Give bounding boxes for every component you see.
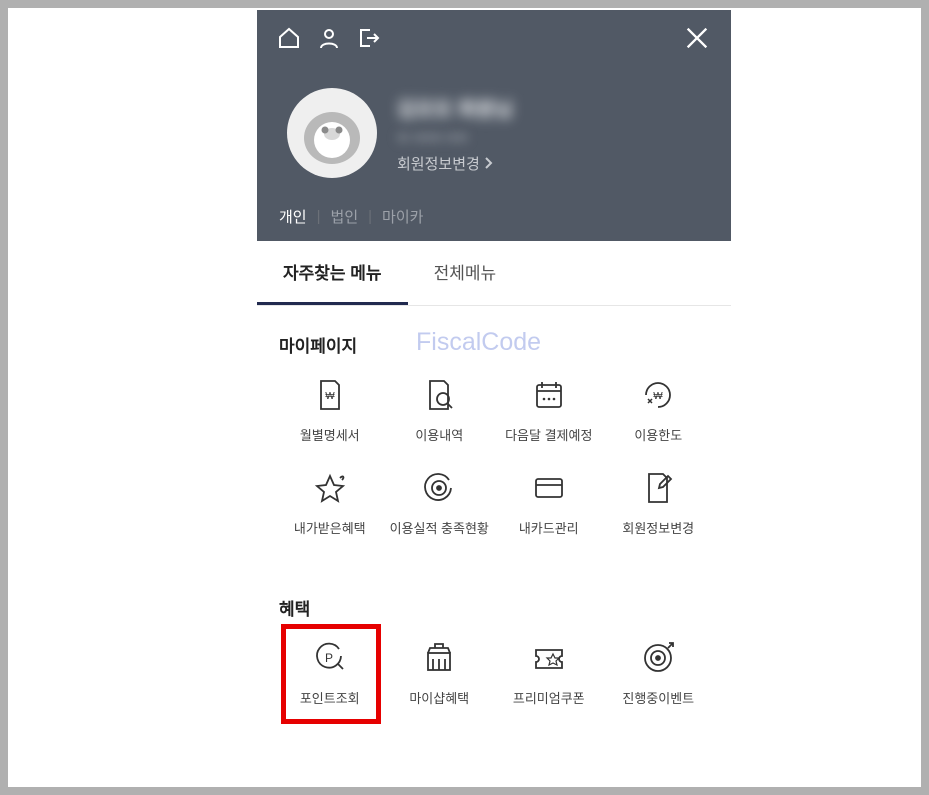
coupon-icon <box>529 638 569 678</box>
item-received-benefits[interactable]: 내가받은혜택 <box>279 468 381 537</box>
item-usage-limit[interactable]: ₩ 이용한도 <box>608 375 710 444</box>
svg-text:₩: ₩ <box>325 391 335 402</box>
point-icon: P <box>310 638 350 678</box>
grid-label: 포인트조회 <box>300 688 360 707</box>
shop-icon <box>419 638 459 678</box>
item-myshop-benefits[interactable]: 마이샵혜택 <box>389 638 491 707</box>
app-container: 김모모 회원님 ID 0000 000 회원정보변경 개인 | 법인 | 마이카 <box>257 10 731 717</box>
grid-label: 내가받은혜택 <box>294 518 366 537</box>
target-icon <box>419 468 459 508</box>
grid-label: 월별명세서 <box>300 425 360 444</box>
grid-label: 이용내역 <box>415 425 463 444</box>
edit-icon <box>638 468 678 508</box>
grid-label: 마이샵혜택 <box>409 688 469 707</box>
header: 김모모 회원님 ID 0000 000 회원정보변경 개인 | 법인 | 마이카 <box>257 10 731 241</box>
item-ongoing-event[interactable]: 진행중이벤트 <box>608 638 710 707</box>
statement-icon: ₩ <box>310 375 350 415</box>
section-mypage: 마이페이지 ₩ 월별명세서 <box>257 306 731 547</box>
profile-edit-link[interactable]: 회원정보변경 <box>397 153 513 174</box>
menu-tabs: 자주찾는 메뉴 전체메뉴 <box>257 241 731 306</box>
toolbar <box>257 10 731 66</box>
schedule-icon <box>529 375 569 415</box>
close-icon[interactable] <box>683 24 711 52</box>
grid-label: 프리미엄쿠폰 <box>513 688 585 707</box>
profile-id: ID 0000 000 <box>397 130 513 145</box>
benefits-grid: P 포인트조회 마이샵혜택 <box>279 638 709 707</box>
mypage-grid: ₩ 월별명세서 이용내역 <box>279 375 709 537</box>
grid-label: 회원정보변경 <box>622 518 694 537</box>
home-icon[interactable] <box>277 26 301 50</box>
chevron-right-icon <box>484 156 493 170</box>
section-benefits: 혜택 P 포인트조회 <box>257 547 731 717</box>
profile-section: 김모모 회원님 ID 0000 000 회원정보변경 <box>257 66 731 206</box>
logout-icon[interactable] <box>357 26 381 50</box>
grid-label: 이용한도 <box>634 425 682 444</box>
star-icon <box>310 468 350 508</box>
item-edit-info[interactable]: 회원정보변경 <box>608 468 710 537</box>
item-usage-history[interactable]: 이용내역 <box>389 375 491 444</box>
profile-edit-label: 회원정보변경 <box>397 153 480 174</box>
tab-frequent-menu[interactable]: 자주찾는 메뉴 <box>257 241 408 305</box>
event-icon <box>638 638 678 678</box>
account-type-tabs: 개인 | 법인 | 마이카 <box>257 206 731 241</box>
item-next-payment[interactable]: 다음달 결제예정 <box>498 375 600 444</box>
item-monthly-statement[interactable]: ₩ 월별명세서 <box>279 375 381 444</box>
limit-icon: ₩ <box>638 375 678 415</box>
avatar[interactable] <box>287 88 377 178</box>
svg-text:₩: ₩ <box>654 391 664 402</box>
grid-label: 진행중이벤트 <box>622 688 694 707</box>
profile-name: 김모모 회원님 <box>397 93 513 122</box>
item-point-query[interactable]: P 포인트조회 <box>279 638 381 707</box>
section-mypage-title: 마이페이지 <box>279 332 709 357</box>
item-card-manage[interactable]: 내카드관리 <box>498 468 600 537</box>
card-icon <box>529 468 569 508</box>
tab-personal[interactable]: 개인 <box>279 206 307 227</box>
tab-mycar[interactable]: 마이카 <box>382 206 423 227</box>
grid-label: 내카드관리 <box>519 518 579 537</box>
item-usage-status[interactable]: 이용실적 충족현황 <box>389 468 491 537</box>
grid-label: 이용실적 충족현황 <box>390 518 489 537</box>
grid-label: 다음달 결제예정 <box>505 425 592 444</box>
section-benefits-title: 혜택 <box>279 595 709 620</box>
tab-corporate[interactable]: 법인 <box>331 206 359 227</box>
item-premium-coupon[interactable]: 프리미엄쿠폰 <box>498 638 600 707</box>
app-frame: 김모모 회원님 ID 0000 000 회원정보변경 개인 | 법인 | 마이카 <box>8 8 921 787</box>
svg-text:P: P <box>325 651 333 665</box>
user-icon[interactable] <box>317 26 341 50</box>
tab-all-menu[interactable]: 전체메뉴 <box>408 241 523 305</box>
profile-info: 김모모 회원님 ID 0000 000 회원정보변경 <box>397 93 513 174</box>
history-icon <box>419 375 459 415</box>
